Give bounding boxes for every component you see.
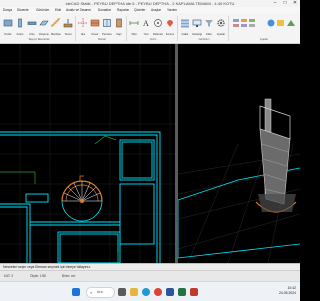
chrome-icon[interactable]: [154, 288, 162, 296]
tool-label: Filtre: [206, 33, 212, 36]
tool-label: Ölçü: [131, 33, 137, 36]
excel-icon[interactable]: [178, 288, 186, 296]
tool-masonry[interactable]: Duvar: [90, 15, 100, 36]
ribbon-group-label: Görünüm: [198, 38, 210, 41]
idecad-icon[interactable]: [190, 288, 198, 296]
location-tool-icon: [167, 20, 173, 27]
floors-tool-icon: [181, 19, 189, 28]
reference-tool-icon: [154, 19, 162, 27]
door-tool-icon: [116, 18, 122, 28]
start-icon[interactable]: [72, 288, 80, 296]
tool-text[interactable]: A Yazı: [141, 15, 151, 36]
tool-floors[interactable]: Katlar: [180, 15, 190, 36]
tool-slab[interactable]: Döşeme: [39, 15, 49, 36]
tool-label: Pencere: [102, 33, 112, 36]
tool-label: Kiriş: [29, 33, 35, 36]
settings-tool-icon: [217, 19, 225, 27]
drawing-area[interactable]: [0, 44, 300, 263]
clock-date: 24.05.2024: [279, 291, 296, 295]
column-tool-icon: [18, 18, 22, 28]
minimize-button[interactable]: –: [270, 0, 280, 7]
tool-label: Merdiven: [51, 33, 61, 36]
text-tool-icon: A: [143, 19, 149, 28]
ribbon-separator: [75, 16, 76, 41]
svg-text:A: A: [143, 19, 149, 28]
slab-tool-icon: [39, 20, 49, 26]
ribbon-group-label: Ayarlar: [259, 38, 269, 41]
taskbar-search[interactable]: ⌕ Ara: [86, 287, 115, 298]
tool-column[interactable]: Kolon: [15, 15, 25, 36]
display-tool-icon: [192, 19, 202, 27]
wall-tool-icon: [3, 19, 13, 27]
masonry-tool-icon: [90, 19, 100, 27]
axis-tool-icon: [78, 18, 88, 28]
tool-label: Gösterge: [192, 33, 202, 36]
ribbon-group-label: Çizim: [149, 38, 157, 41]
tool-foundation[interactable]: Temel: [63, 15, 73, 36]
tool-settings[interactable]: Ayarlar: [216, 15, 226, 36]
explorer-icon[interactable]: [130, 288, 138, 296]
beam-tool-icon: [27, 21, 37, 25]
3d-view[interactable]: [178, 44, 300, 263]
ribbon-separator: [228, 16, 229, 41]
taskview-icon[interactable]: [118, 288, 126, 296]
tool-label: Kapı: [116, 33, 122, 36]
tool-door[interactable]: Kapı: [114, 15, 124, 36]
plan-view[interactable]: [0, 44, 175, 263]
word-icon[interactable]: [166, 288, 174, 296]
stair-tool-icon: [51, 18, 60, 27]
tool-reference[interactable]: Referans: [153, 15, 163, 36]
tool-label: Temel: [64, 33, 72, 36]
ribbon-group-label: Taşıyıcı Elemanlar: [28, 38, 50, 41]
ribbon-separator: [177, 16, 178, 41]
filter-tool-icon: [205, 20, 213, 27]
tool-filter[interactable]: Filtre: [204, 15, 214, 36]
tool-label: Aks: [80, 33, 86, 36]
tool-window[interactable]: Pencere: [102, 15, 112, 36]
tool-location[interactable]: Konum: [165, 15, 175, 36]
view-tools-icon: [267, 19, 295, 27]
tool-label: Yazı: [143, 33, 149, 36]
tool-label: Konum: [165, 33, 175, 36]
taskbar-clock[interactable]: 10:42 24.05.2024: [279, 286, 296, 296]
foundation-tool-icon: [63, 19, 73, 28]
os-taskbar: ⌕ Ara 10:42 24.05.2024: [0, 281, 300, 301]
tool-display[interactable]: Gösterge: [192, 15, 202, 36]
small-tools-icon: [233, 19, 255, 27]
tool-label: Ayarlar: [216, 33, 226, 36]
tool-label: Duvar: [91, 33, 99, 36]
window-title: ideCAD Statik - PEYBU DEPTHA ide.5 - PEY…: [65, 1, 235, 6]
tool-label: Döşeme: [39, 33, 49, 36]
tool-stair[interactable]: Merdiven: [51, 15, 61, 36]
tool-label: Referans: [153, 33, 163, 36]
tool-wall[interactable]: Perde: [3, 15, 13, 36]
tool-label: Katlar: [181, 33, 189, 36]
dimension-tool-icon: [129, 21, 139, 25]
edge-icon[interactable]: [142, 288, 150, 296]
close-button[interactable]: ✕: [290, 0, 300, 7]
title-bar: ideCAD Statik - PEYBU DEPTHA ide.5 - PEY…: [0, 0, 300, 7]
tool-beam[interactable]: Kiriş: [27, 15, 37, 36]
tool-axis[interactable]: Aks: [78, 15, 88, 36]
tool-dimension[interactable]: Ölçü: [129, 15, 139, 36]
maximize-button[interactable]: □: [280, 0, 290, 7]
tool-label: Kolon: [16, 33, 24, 36]
search-icon: ⌕: [90, 290, 93, 295]
window-tool-icon: [103, 19, 111, 27]
ribbon-toolbar: Perde Kolon Kiriş Döşeme Merdiven Temel …: [0, 13, 300, 44]
tool-right-group[interactable]: [266, 15, 296, 32]
tool-small-group[interactable]: [232, 15, 262, 32]
search-placeholder: Ara: [97, 290, 103, 294]
ribbon-separator: [126, 16, 127, 41]
tool-label: Perde: [4, 33, 12, 36]
ribbon-group-label: Mimari: [98, 38, 106, 41]
